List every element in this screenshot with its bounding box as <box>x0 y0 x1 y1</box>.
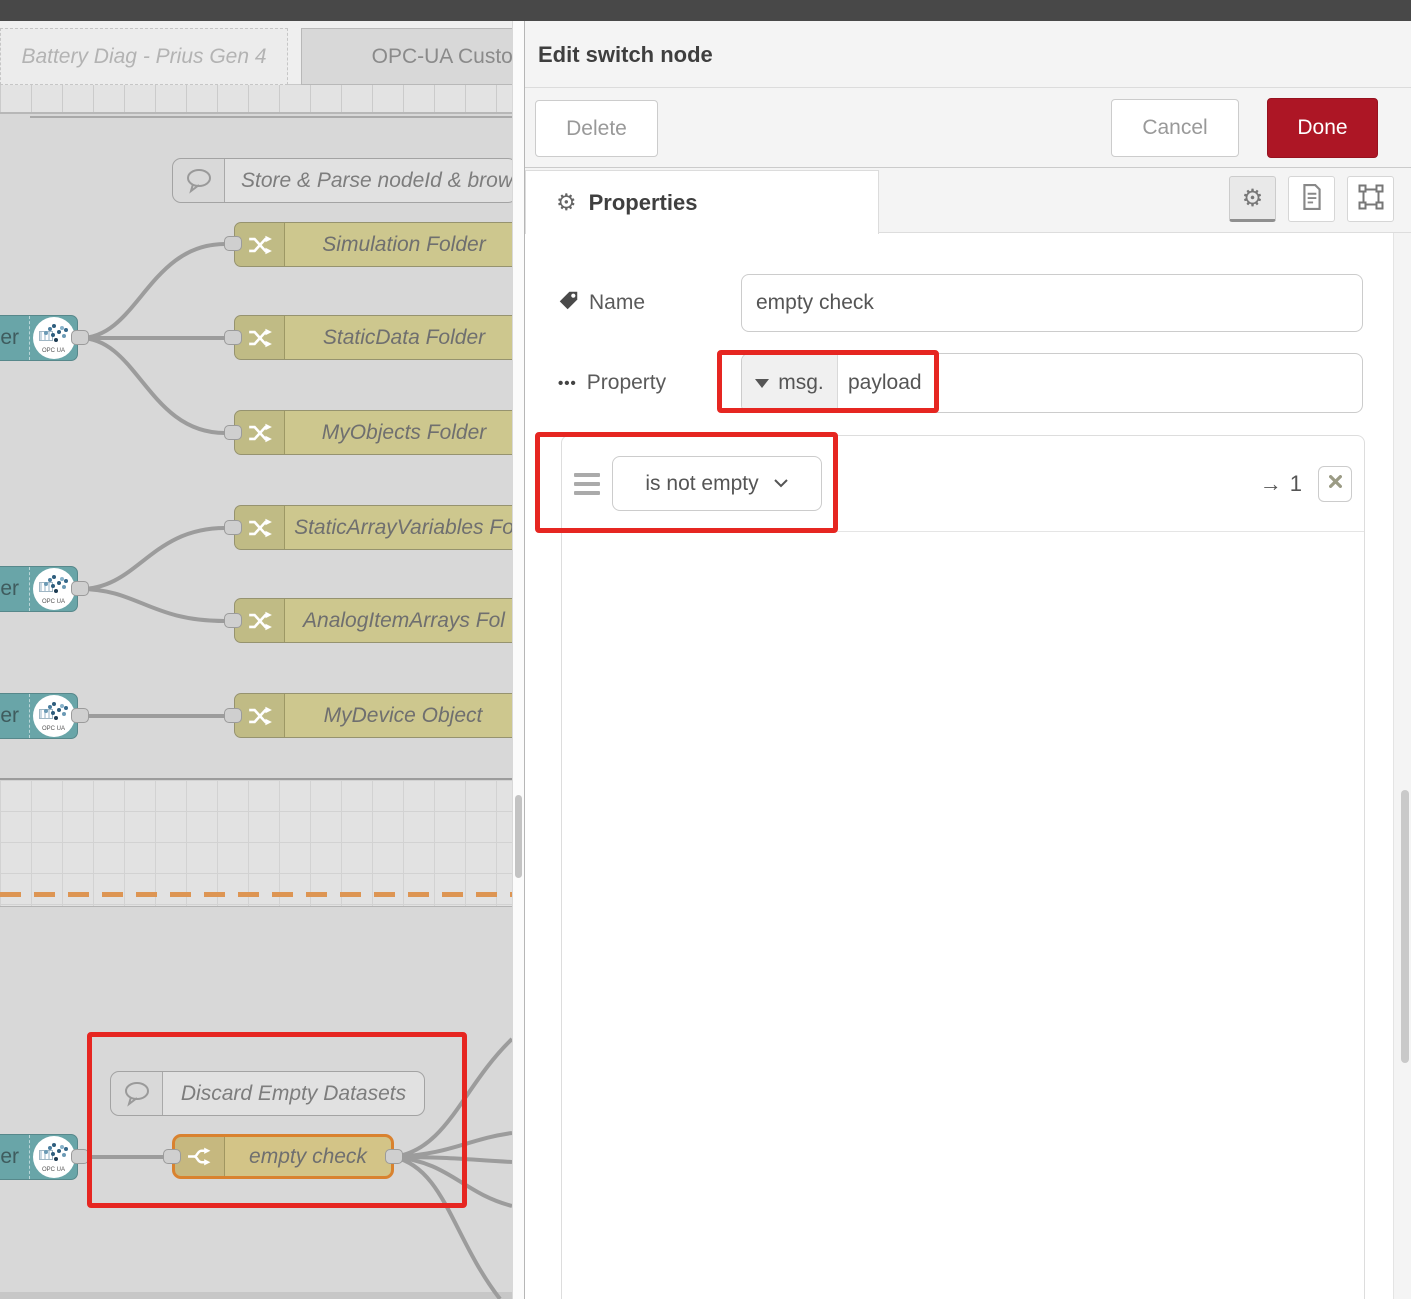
edit-switch-node-dialog: Edit switch node Delete Cancel Done ⚙ Pr… <box>524 21 1411 1299</box>
switch-icon <box>235 694 285 737</box>
annotation-box-property <box>717 350 939 413</box>
tab-properties[interactable]: ⚙ Properties <box>525 170 879 234</box>
node-label: MyDevice Object <box>285 694 512 737</box>
comment-node-store-parse[interactable]: Store & Parse nodeId & brow <box>172 158 512 203</box>
node-label: StaticArrayVariables Fo <box>285 506 512 549</box>
node-label: MyObjects Folder <box>285 411 512 454</box>
node-label: er <box>0 1135 29 1179</box>
dialog-button-bar: Delete Cancel Done <box>525 88 1411 168</box>
dialog-header: Edit switch node <box>525 21 1411 88</box>
switch-icon <box>235 599 285 642</box>
opcua-browser-node[interactable]: er OPC UA <box>0 315 78 361</box>
opcua-icon: OPC UA <box>29 316 77 360</box>
input-port[interactable] <box>224 520 242 535</box>
switch-icon <box>235 411 285 454</box>
output-port[interactable] <box>71 708 89 723</box>
opcua-icon: OPC UA <box>29 694 77 738</box>
scrollbar-thumb[interactable] <box>1401 790 1409 1063</box>
opcua-browser-node[interactable]: er OPC UA <box>0 1134 78 1180</box>
switch-node-analogitemarrays[interactable]: AnalogItemArrays Fol <box>234 598 512 643</box>
switch-icon <box>235 506 285 549</box>
switch-icon <box>235 316 285 359</box>
appearance-icon <box>1358 184 1384 215</box>
input-port[interactable] <box>224 708 242 723</box>
gear-icon: ⚙ <box>1242 184 1264 213</box>
description-view-button[interactable] <box>1288 176 1335 222</box>
node-label: Simulation Folder <box>285 223 512 266</box>
app-header-bar <box>0 0 1411 21</box>
switch-node-staticdata-folder[interactable]: StaticData Folder <box>234 315 512 360</box>
opcua-browser-node[interactable]: er OPC UA <box>0 566 78 612</box>
dialog-vertical-scrollbar[interactable] <box>1393 233 1411 1299</box>
close-icon <box>1329 475 1342 493</box>
property-field-label: ••• Property <box>558 353 666 413</box>
tab-label: Properties <box>589 190 698 216</box>
node-label: AnalogItemArrays Fol <box>285 599 512 642</box>
node-label: Store & Parse nodeId & brow <box>225 159 512 202</box>
cancel-button[interactable]: Cancel <box>1111 99 1239 157</box>
switch-node-myobjects-folder[interactable]: MyObjects Folder <box>234 410 512 455</box>
switch-node-mydevice-object[interactable]: MyDevice Object <box>234 693 512 738</box>
name-field-label: Name <box>558 274 645 332</box>
wire[interactable] <box>80 338 225 433</box>
node-red-editor: Battery Diag - Prius Gen 4 OPC-UA Custom <box>0 0 1411 1299</box>
delete-button[interactable]: Delete <box>535 100 658 157</box>
dialog-title: Edit switch node <box>538 21 1411 88</box>
input-port[interactable] <box>224 236 242 251</box>
rules-list: is not empty →1 <box>561 435 1365 1299</box>
ellipsis-icon: ••• <box>558 375 577 392</box>
rule-output-indicator: →1 <box>1260 471 1302 497</box>
output-port[interactable] <box>71 330 89 345</box>
node-label: er <box>0 316 29 360</box>
workspace-vertical-scrollbar[interactable] <box>512 21 524 1299</box>
opcua-icon: OPC UA <box>29 567 77 611</box>
done-button[interactable]: Done <box>1267 98 1378 158</box>
dialog-tab-row: ⚙ Properties ⚙ <box>525 168 1411 233</box>
gear-icon: ⚙ <box>556 189 577 216</box>
switch-node-staticarrayvariables[interactable]: StaticArrayVariables Fo <box>234 505 512 550</box>
node-label: StaticData Folder <box>285 316 512 359</box>
scrollbar-thumb[interactable] <box>515 795 522 878</box>
opcua-browser-node[interactable]: er OPC UA <box>0 693 78 739</box>
opcua-icon: OPC UA <box>29 1135 77 1179</box>
switch-node-simulation-folder[interactable]: Simulation Folder <box>234 222 512 267</box>
wire[interactable] <box>80 589 225 621</box>
input-port[interactable] <box>224 613 242 628</box>
wire[interactable] <box>80 244 225 338</box>
annotation-box-flow-nodes <box>87 1032 467 1208</box>
document-icon <box>1301 184 1323 215</box>
appearance-view-button[interactable] <box>1347 176 1394 222</box>
node-label: er <box>0 694 29 738</box>
annotation-box-rule <box>535 432 838 533</box>
tag-icon <box>558 290 579 316</box>
node-label: er <box>0 567 29 611</box>
switch-icon <box>235 223 285 266</box>
input-port[interactable] <box>224 425 242 440</box>
output-port[interactable] <box>71 581 89 596</box>
input-port[interactable] <box>224 330 242 345</box>
properties-view-button[interactable]: ⚙ <box>1229 176 1276 222</box>
remove-rule-button[interactable] <box>1318 466 1352 502</box>
name-input[interactable] <box>741 274 1363 332</box>
comment-icon <box>173 159 225 202</box>
wire[interactable] <box>80 528 225 589</box>
